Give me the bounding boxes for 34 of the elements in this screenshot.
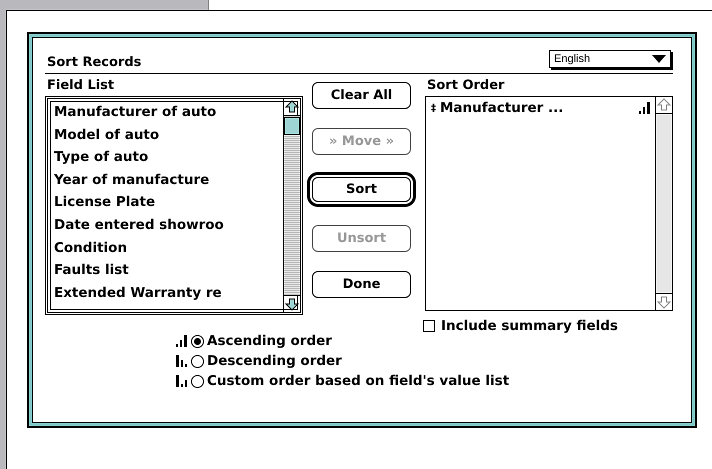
field-list-item[interactable]: Model of auto	[54, 124, 283, 146]
radio-button[interactable]	[191, 354, 204, 368]
field-list-item[interactable]: Year of manufacture	[54, 168, 283, 192]
field-list-item[interactable]: Date entered showroo	[54, 214, 283, 237]
ascending-bars-icon	[176, 335, 188, 347]
checkbox[interactable]	[423, 320, 435, 332]
field-list-item[interactable]: Extended Warranty re	[54, 282, 283, 304]
scroll-up-icon[interactable]	[284, 99, 300, 115]
dropdown-triangle-icon	[652, 55, 666, 63]
radio-button[interactable]	[191, 334, 204, 348]
radio-label: Custom order based on field's value list	[207, 373, 510, 389]
sort-order-label: Sort Order	[427, 78, 504, 93]
radio-label: Ascending order	[207, 333, 332, 349]
drag-marker: ‡	[431, 102, 436, 114]
descending-bars-icon	[176, 355, 188, 367]
radio-label: Descending order	[207, 353, 342, 369]
scroll-thumb[interactable]	[284, 117, 300, 135]
field-list-label: Field List	[47, 78, 114, 93]
dialog-button[interactable]: Done	[312, 271, 411, 298]
field-list-item[interactable]: License Plate	[54, 191, 283, 214]
dialog-button[interactable]: Clear All	[312, 82, 411, 109]
field-list-item[interactable]: Manufacturer of auto	[54, 101, 283, 124]
scroll-track[interactable]	[284, 115, 300, 296]
radio-button[interactable]	[191, 374, 204, 388]
checkbox-label: Include summary fields	[441, 318, 618, 334]
field-list-item[interactable]: Condition	[54, 236, 283, 260]
field-list-item[interactable]: Type of auto	[54, 146, 283, 169]
language-dropdown[interactable]: English	[549, 50, 671, 68]
scroll-down-icon[interactable]	[284, 296, 300, 312]
ascending-bars-icon	[639, 102, 651, 114]
field-list-item[interactable]: Faults list	[54, 259, 283, 282]
sort-order-item[interactable]: Manufacturer ...	[440, 100, 635, 116]
custom-bars-icon	[176, 375, 188, 387]
dialog-title: Sort Records	[47, 55, 142, 70]
